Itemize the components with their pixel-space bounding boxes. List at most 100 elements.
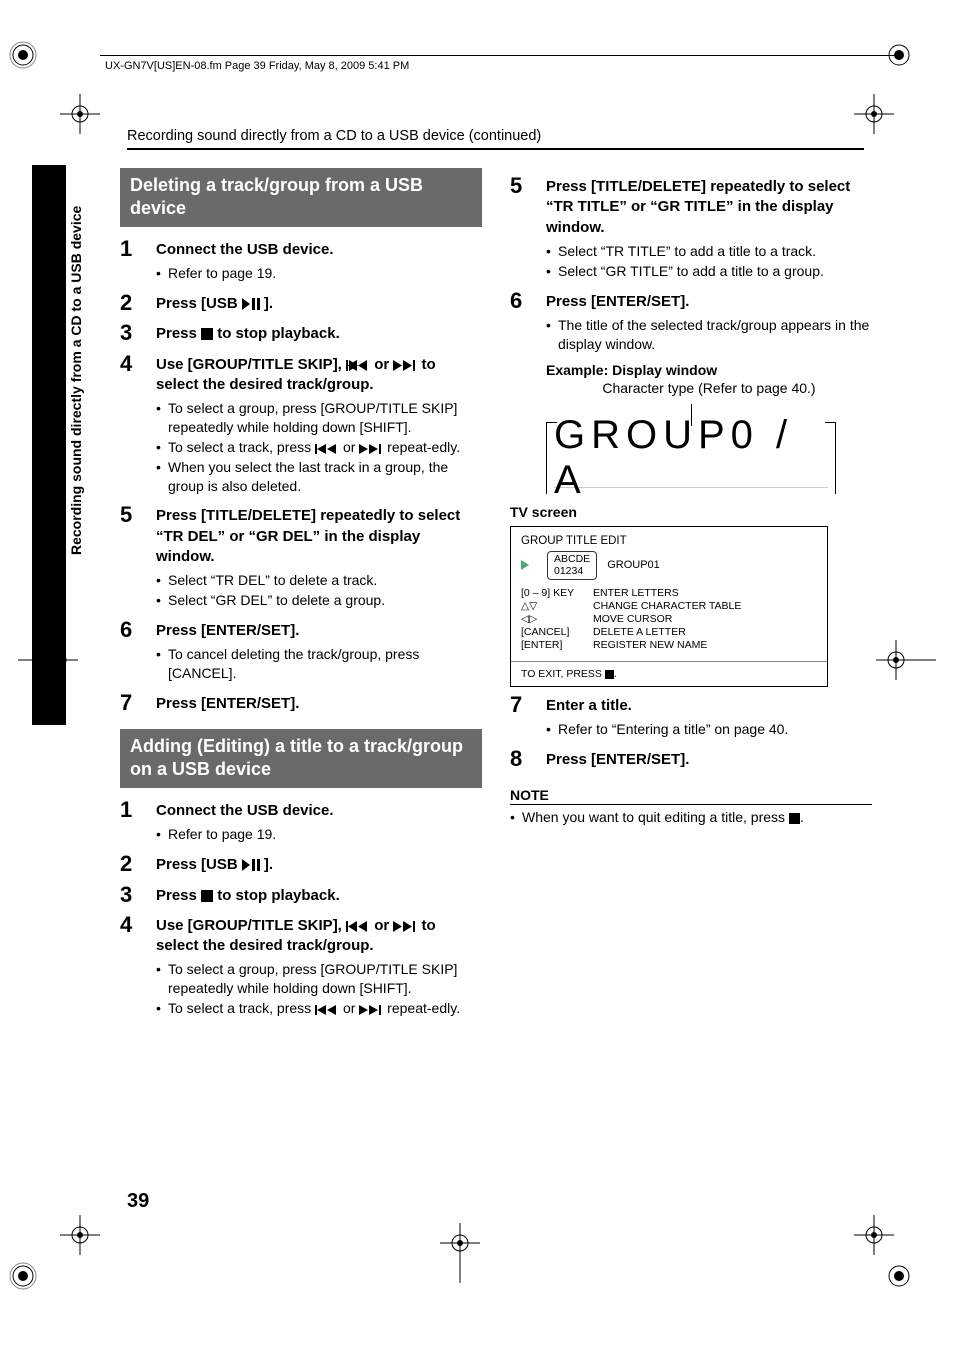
bullet-text: When you select the last track in a grou… (168, 458, 482, 496)
step-title: Press [ENTER/SET]. (156, 621, 482, 641)
step: 6 Press [ENTER/SET]. •The title of the s… (510, 289, 872, 356)
bullet-text: Select “GR DEL” to delete a group. (168, 591, 482, 610)
step-number: 1 (120, 237, 156, 285)
step-number: 4 (120, 352, 156, 498)
example-label: Example: Display window (546, 362, 872, 378)
stop-icon (201, 890, 213, 902)
step-title: Press [TITLE/DELETE] repeatedly to selec… (546, 177, 872, 238)
char-chip: ABCDE01234 (547, 551, 597, 580)
tv-key: △▽ (521, 600, 593, 612)
crop-mark-icon (854, 1215, 894, 1255)
step-number: 7 (510, 693, 546, 741)
bullet-text: To select a group, press [GROUP/TITLE SK… (168, 399, 482, 437)
running-rule (127, 148, 864, 150)
skip-back-icon (346, 921, 370, 932)
note-heading: NOTE (510, 787, 549, 805)
tv-exit: TO EXIT, PRESS . (521, 668, 817, 680)
text: ]. (264, 856, 273, 873)
skip-back-icon (315, 444, 339, 454)
header-rule (100, 55, 899, 56)
text: Press [USB (156, 856, 242, 873)
crop-mark-icon (440, 1223, 480, 1283)
crop-mark-icon (60, 94, 100, 134)
page-number: 39 (127, 1190, 149, 1213)
bullet-text: Refer to page 19. (168, 264, 482, 283)
tv-key: [ENTER] (521, 639, 593, 651)
bullet-text: To select a track, press or repeat-edly. (168, 438, 482, 457)
step: 3 Press to stop playback. (120, 321, 482, 345)
side-tab (32, 165, 66, 725)
step-title: Enter a title. (546, 696, 872, 716)
skip-back-icon (346, 360, 370, 371)
registration-mark-icon (884, 1261, 914, 1291)
step-number: 5 (120, 503, 156, 612)
step: 5 Press [TITLE/DELETE] repeatedly to sel… (120, 503, 482, 612)
bullet-text: Select “TR DEL” to delete a track. (168, 571, 482, 590)
play-icon (521, 560, 529, 570)
step-number: 4 (120, 913, 156, 1020)
step: 5 Press [TITLE/DELETE] repeatedly to sel… (510, 174, 872, 283)
step-number: 6 (120, 618, 156, 685)
note-body: • When you want to quit editing a title,… (510, 809, 872, 825)
note-rule (510, 804, 872, 805)
bullet-text: The title of the selected track/group ap… (558, 316, 872, 354)
skip-forward-icon (393, 360, 417, 371)
bullet-text: To cancel deleting the track/group, pres… (168, 645, 482, 683)
tv-val: ENTER LETTERS (593, 587, 679, 599)
step-title: Use [GROUP/TITLE SKIP], or to select the… (156, 916, 482, 957)
step-title: Use [GROUP/TITLE SKIP], or to select the… (156, 355, 482, 396)
bullet-text: Refer to “Entering a title” on page 40. (558, 720, 872, 739)
tv-key: ◁▷ (521, 613, 593, 625)
bullet-text: Select “TR TITLE” to add a title to a tr… (558, 242, 872, 261)
crop-mark-icon (60, 1215, 100, 1255)
bullet-text: Refer to page 19. (168, 825, 482, 844)
step: 4 Use [GROUP/TITLE SKIP], or to select t… (120, 352, 482, 498)
step-number: 1 (120, 798, 156, 846)
bullet-text: Select “GR TITLE” to add a title to a gr… (558, 262, 872, 281)
play-pause-icon (242, 859, 264, 871)
step-title: Connect the USB device. (156, 240, 482, 260)
text: Press (156, 887, 201, 904)
step-title: Connect the USB device. (156, 801, 482, 821)
step: 8 Press [ENTER/SET]. (510, 747, 872, 771)
text: or (370, 917, 393, 934)
tv-val: MOVE CURSOR (593, 613, 672, 625)
step: 7 Enter a title. •Refer to “Entering a t… (510, 693, 872, 741)
text: or (370, 356, 393, 373)
step-title: Press to stop playback. (156, 886, 482, 906)
group-name: GROUP01 (607, 559, 660, 571)
section-heading-adding: Adding (Editing) a title to a track/grou… (120, 729, 482, 788)
text: Press (156, 325, 201, 342)
step-number: 7 (120, 691, 156, 715)
step-number: 3 (120, 321, 156, 345)
stop-icon (789, 813, 800, 824)
text: ]. (264, 295, 273, 312)
step-number: 3 (120, 883, 156, 907)
step-number: 8 (510, 747, 546, 771)
skip-forward-icon (359, 1005, 383, 1015)
step: 3 Press to stop playback. (120, 883, 482, 907)
file-header: UX-GN7V[US]EN-08.fm Page 39 Friday, May … (105, 60, 409, 72)
step-title: Press [ENTER/SET]. (546, 292, 872, 312)
example-caption: Character type (Refer to page 40.) (546, 380, 872, 396)
skip-back-icon (315, 1005, 339, 1015)
crop-mark-icon (854, 94, 894, 134)
section-heading-deleting: Deleting a track/group from a USB device (120, 168, 482, 227)
stop-icon (605, 670, 614, 679)
text: Press [USB (156, 295, 242, 312)
step: 2 Press [USB ]. (120, 291, 482, 315)
step: 7 Press [ENTER/SET]. (120, 691, 482, 715)
crop-mark-icon (876, 640, 936, 680)
tv-screen: GROUP TITLE EDIT ABCDE01234 GROUP01 [0 –… (510, 526, 828, 687)
text: Use [GROUP/TITLE SKIP], (156, 356, 346, 373)
step-title: Press to stop playback. (156, 324, 482, 344)
step-title: Press [USB ]. (156, 855, 482, 875)
step-title: Press [TITLE/DELETE] repeatedly to selec… (156, 506, 482, 567)
step-title: Press [USB ]. (156, 294, 482, 314)
tv-val: CHANGE CHARACTER TABLE (593, 600, 741, 612)
display-window: GROUP0 / A (546, 404, 836, 494)
step: 6 Press [ENTER/SET]. •To cancel deleting… (120, 618, 482, 685)
text: Use [GROUP/TITLE SKIP], (156, 917, 346, 934)
tv-val: DELETE A LETTER (593, 626, 686, 638)
step: 1 Connect the USB device. •Refer to page… (120, 237, 482, 285)
